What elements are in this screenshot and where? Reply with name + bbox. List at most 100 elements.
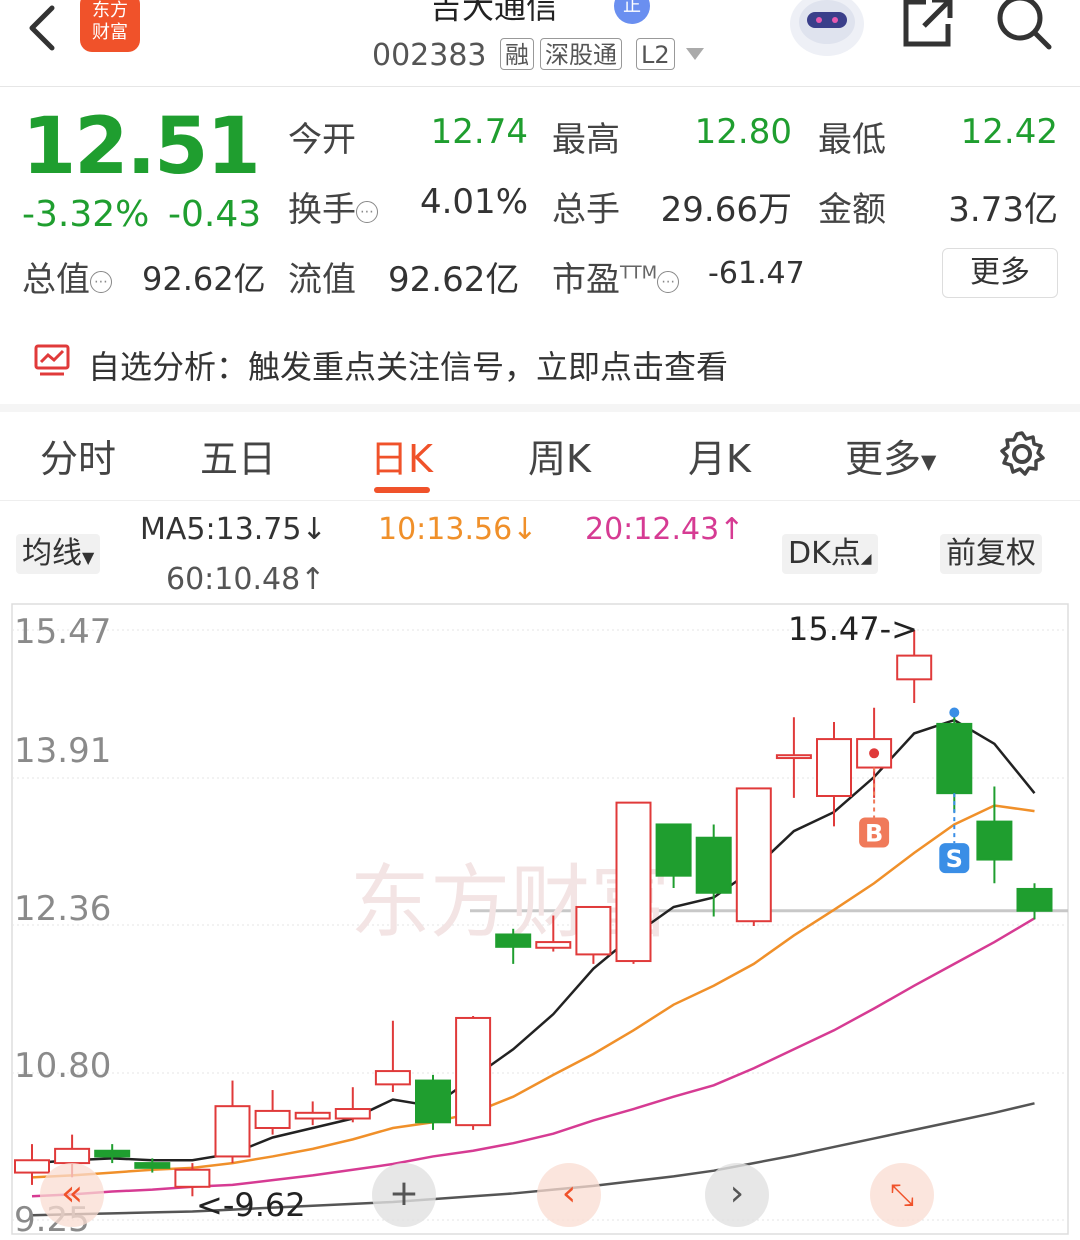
fullscreen-button[interactable]: ⤡ — [870, 1163, 934, 1227]
candle-body — [775, 754, 812, 760]
robot-avatar-icon — [799, 0, 855, 44]
high-label: 最高 — [552, 120, 620, 160]
amount-label: 金额 — [818, 190, 886, 230]
candle-body — [134, 1162, 171, 1169]
candle-body — [374, 1070, 411, 1086]
candle-body — [695, 836, 732, 894]
ma10-value: 10:13.56↓ — [378, 512, 538, 547]
pe-ttm-sup: TTM — [620, 262, 658, 284]
y-tick-label: 13.91 — [14, 731, 112, 771]
y-tick-label: 12.36 — [14, 889, 112, 929]
open-label: 今开 — [288, 120, 356, 160]
dk-point-label: DK点 — [788, 536, 861, 571]
ma-selector-button[interactable]: 均线▼ — [16, 534, 101, 574]
turnover-label-text: 换手 — [288, 190, 356, 230]
candle-body — [94, 1149, 131, 1158]
market-cap-label: 总值 ⋯ — [22, 252, 112, 301]
caret-down-icon: ▼ — [82, 548, 95, 567]
connect-tag: 深股通 — [540, 38, 622, 70]
tab-more[interactable]: 更多▼ — [845, 428, 936, 483]
dropdown-icon[interactable] — [684, 46, 706, 62]
candle-body — [615, 801, 652, 963]
section-divider — [0, 404, 1080, 412]
chart-monitor-icon — [34, 344, 70, 376]
back-icon[interactable] — [24, 4, 60, 52]
analysis-banner[interactable]: 自选分析：触发重点关注信号，立即点击查看 — [0, 322, 1080, 405]
candle-body — [655, 823, 692, 877]
max-price-label: 15.47-> — [788, 610, 918, 648]
caret-down-icon: ▼ — [921, 449, 937, 474]
candle-body — [294, 1111, 331, 1120]
app-logo: 东方 财富 — [80, 0, 140, 52]
plus-icon: + — [388, 1173, 420, 1214]
info-icon[interactable]: ⋯ — [657, 270, 680, 293]
ma60-value: 60:10.48↑ — [166, 562, 326, 597]
double-chevron-left-icon: « — [60, 1173, 84, 1214]
candle-body — [334, 1108, 371, 1120]
pe-label: 市盈TTM ⋯ — [552, 252, 680, 301]
market-cap-value: 92.62亿 — [142, 260, 266, 298]
candle-body — [1016, 887, 1053, 912]
candle-body — [575, 905, 612, 956]
top-nav-bar: 东方 财富 吉大通信 正 002383 融 深股通 L2 — [0, 0, 1080, 87]
tab-monthly-k[interactable]: 月K — [688, 428, 751, 483]
tab-intraday[interactable]: 分时 — [40, 428, 116, 483]
ma-selector-label: 均线 — [22, 536, 82, 571]
ma20-line — [31, 917, 1036, 1198]
chevron-right-icon: › — [729, 1173, 745, 1214]
gear-icon[interactable] — [998, 430, 1046, 478]
candle-body — [535, 941, 572, 949]
assistant-avatar[interactable] — [790, 0, 864, 56]
dk-point-button[interactable]: DK点◢ — [782, 534, 878, 574]
market-cap-label-text: 总值 — [22, 260, 90, 300]
volume-label: 总手 — [552, 190, 620, 230]
info-icon[interactable]: ⋯ — [90, 270, 112, 293]
high-value: 12.80 — [694, 112, 792, 152]
candlestick-chart[interactable]: 东方财富BS — [0, 600, 1080, 1237]
float-cap-value: 92.62亿 — [388, 260, 520, 300]
tab-five-day[interactable]: 五日 — [200, 428, 276, 483]
zoom-in-button[interactable]: + — [372, 1163, 436, 1227]
turnover-label: 换手 ⋯ — [288, 182, 378, 231]
scroll-left-button[interactable]: ‹ — [537, 1163, 601, 1227]
signal-dot — [949, 707, 960, 718]
tab-weekly-k[interactable]: 周K — [528, 428, 591, 483]
y-tick-label: 15.47 — [14, 612, 112, 652]
candle-body — [816, 738, 852, 797]
tab-daily-k[interactable]: 日K — [370, 428, 433, 483]
candle-body — [54, 1147, 91, 1165]
signal-dot — [869, 748, 880, 759]
active-tab-indicator — [374, 487, 430, 493]
candle-body — [214, 1105, 251, 1158]
amount-value: 3.73亿 — [948, 190, 1058, 230]
more-quote-button[interactable]: 更多 — [942, 248, 1058, 298]
candle-body — [976, 820, 1013, 861]
volume-value: 29.66万 — [660, 190, 792, 230]
candle-body — [896, 654, 933, 681]
search-icon[interactable] — [994, 0, 1054, 52]
candle-body — [254, 1109, 291, 1129]
margin-tag: 融 — [500, 38, 534, 70]
chevron-left-icon: ‹ — [561, 1173, 577, 1214]
info-icon[interactable]: ⋯ — [356, 200, 378, 223]
tab-divider — [0, 500, 1080, 501]
turnover-value: 4.01% — [419, 182, 528, 222]
open-value: 12.74 — [430, 112, 528, 152]
candle-body — [735, 787, 772, 923]
float-cap-label: 流值 — [288, 260, 356, 300]
share-icon[interactable] — [900, 0, 956, 50]
verified-badge: 正 — [614, 0, 650, 24]
candle-body — [174, 1168, 211, 1188]
corner-caret-icon: ◢ — [860, 551, 872, 567]
scroll-right-button[interactable]: › — [705, 1163, 769, 1227]
tab-more-label: 更多 — [845, 437, 922, 481]
stock-name: 吉大通信 — [430, 0, 559, 26]
adjust-rights-button[interactable]: 前复权 — [940, 534, 1042, 574]
stock-code: 002383 — [372, 38, 487, 73]
current-price: 12.51 — [22, 102, 261, 192]
scroll-start-button[interactable]: « — [40, 1163, 104, 1227]
signal-label: S — [946, 845, 963, 873]
low-label: 最低 — [818, 120, 886, 160]
candle-body — [14, 1159, 50, 1174]
analysis-text: 自选分析：触发重点关注信号，立即点击查看 — [88, 348, 729, 386]
